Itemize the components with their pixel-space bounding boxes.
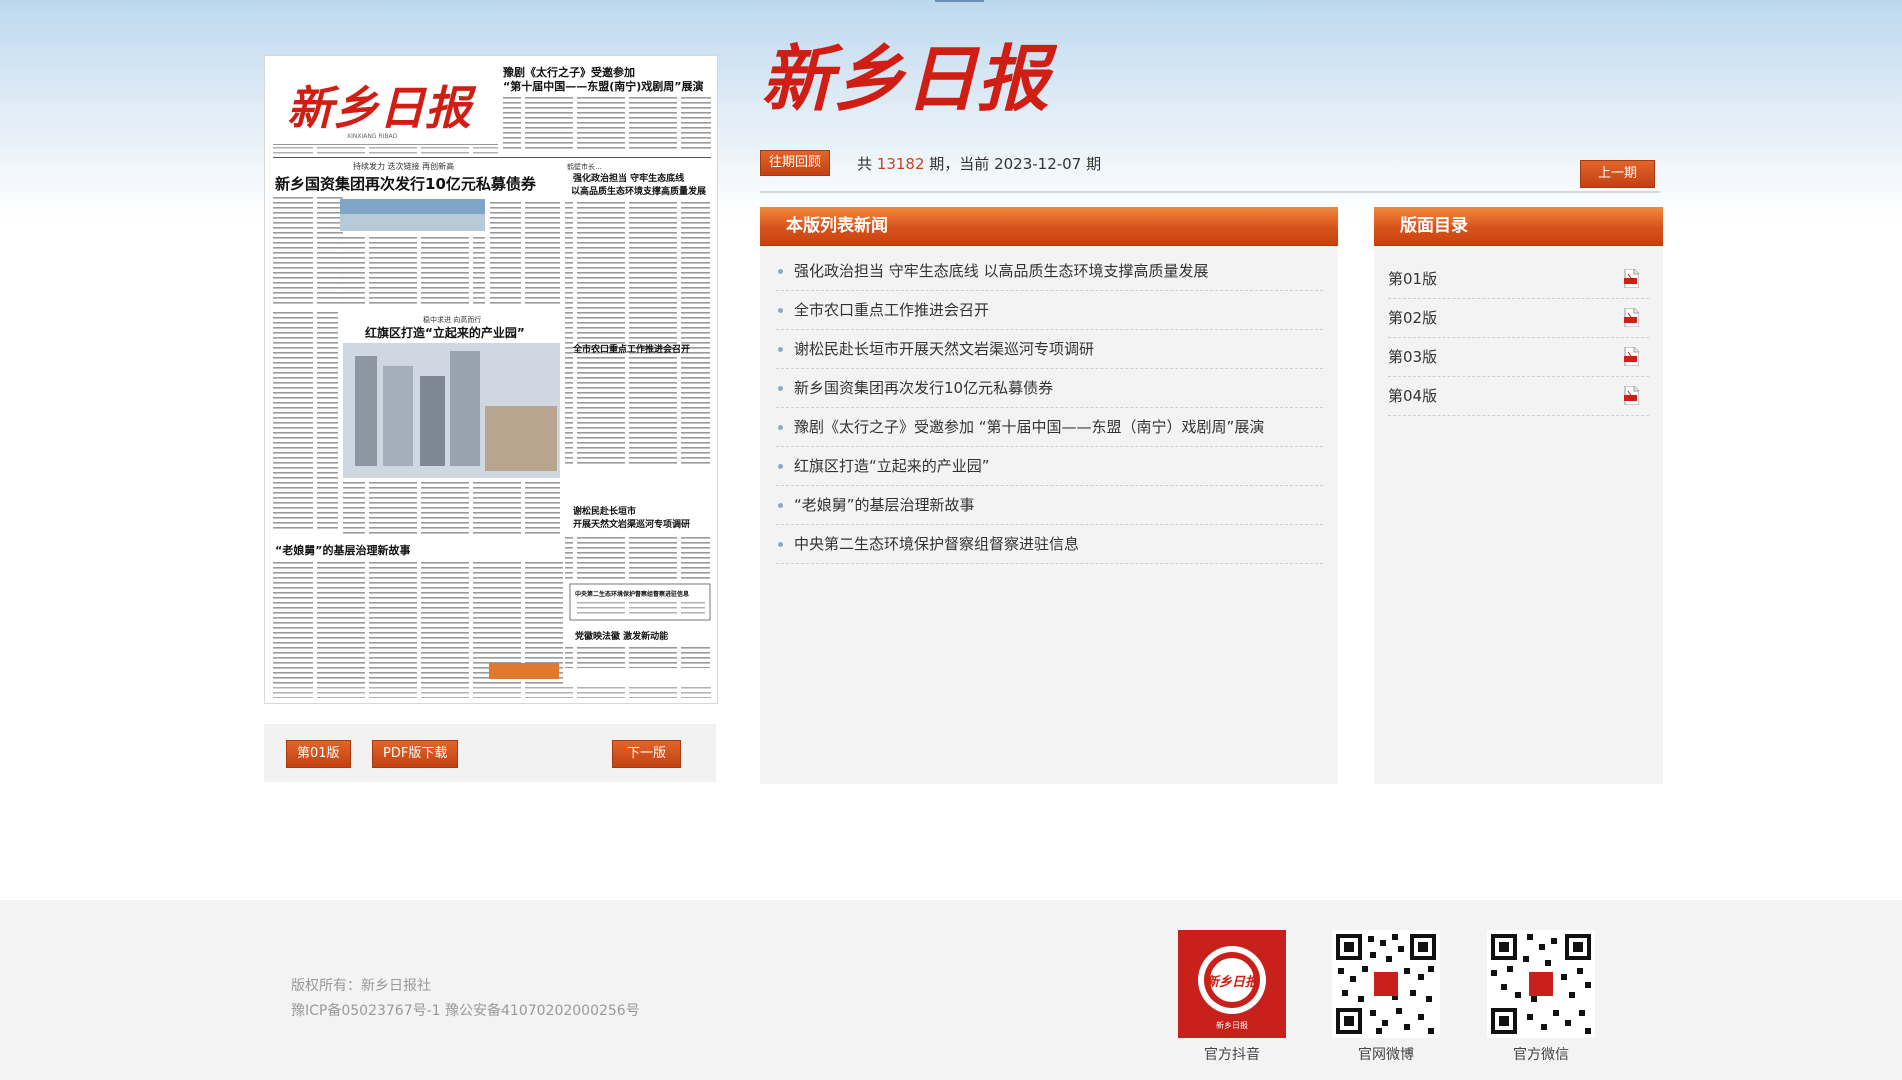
weibo-qr[interactable]: 官网微博 [1332, 930, 1440, 1064]
svg-text:强化政治担当 守牢生态底线: 强化政治担当 守牢生态底线 [573, 172, 684, 184]
svg-text:谢松民赴长垣市: 谢松民赴长垣市 [573, 505, 636, 517]
icp-text: 豫ICP备05023767号-1 豫公安备41070202000256号 [291, 1003, 640, 1019]
footer: 版权所有：新乡日报社 豫ICP备05023767号-1 豫公安备41070202… [0, 900, 1902, 1080]
divider [760, 191, 1660, 193]
top-indicator [935, 0, 984, 2]
qr-caption: 官网微博 [1358, 1047, 1414, 1063]
newspaper-page-image[interactable]: 新乡日报 XINXIANG RIBAO 豫剧《太行之子》受邀参加 “第十届中国—… [264, 55, 718, 704]
page-toc-title: 版面目录 [1374, 207, 1663, 246]
copyright-text: 版权所有：新乡日报社 [291, 978, 431, 994]
pdf-icon[interactable] [1624, 347, 1639, 366]
period-date: 2023-12-07 [994, 155, 1082, 173]
douyin-qr-icon: 新乡日报 新乡日报 [1178, 930, 1286, 1038]
svg-text:“老娘舅”的基层治理新故事: “老娘舅”的基层治理新故事 [275, 543, 410, 557]
svg-text:“第十届中国——东盟(南宁)戏剧周”展演: “第十届中国——东盟(南宁)戏剧周”展演 [503, 79, 704, 93]
news-item[interactable]: 谢松民赴长垣市开展天然文岩渠巡河专项调研 [776, 330, 1323, 369]
news-item[interactable]: 强化政治担当 守牢生态底线 以高品质生态环境支撑高质量发展 [776, 252, 1323, 291]
period-total: 13182 [876, 155, 925, 173]
pdf-icon[interactable] [1624, 386, 1639, 405]
svg-text:红旗区打造“立起来的产业园”: 红旗区打造“立起来的产业园” [365, 325, 525, 340]
pdf-icon[interactable] [1624, 308, 1639, 327]
toc-item-page-02[interactable]: 第02版 [1388, 299, 1649, 338]
paper-masthead: 新乡日报 [287, 81, 477, 135]
period-info: 共 13182 期，当前 2023-12-07 期 [857, 155, 1102, 173]
svg-text:新乡日报: 新乡日报 [761, 36, 1057, 121]
bullet-icon [778, 269, 783, 274]
svg-text:以高品质生态环境支撑高质量发展: 以高品质生态环境支撑高质量发展 [571, 185, 706, 197]
bullet-icon [778, 347, 783, 352]
news-item[interactable]: 红旗区打造“立起来的产业园” [776, 447, 1323, 486]
archive-button[interactable]: 往期回顾 [760, 150, 831, 176]
previous-issue-button[interactable]: 上一期 [1580, 160, 1656, 188]
svg-text:新乡日报: 新乡日报 [1206, 974, 1260, 990]
bullet-icon [778, 464, 783, 469]
bullet-icon [778, 542, 783, 547]
svg-text:鹤壁市长…: 鹤壁市长… [567, 162, 602, 171]
svg-text:新乡日报: 新乡日报 [1216, 1020, 1248, 1030]
svg-text:稳中求进 向高而行: 稳中求进 向高而行 [423, 315, 481, 324]
wechat-qr[interactable]: 官方微信 [1487, 930, 1595, 1064]
qr-caption: 官方微信 [1513, 1047, 1569, 1063]
toc-item-page-04[interactable]: 第04版 [1388, 377, 1649, 416]
current-page-button[interactable]: 第01版 [286, 740, 351, 768]
newspaper-page-svg: 新乡日报 XINXIANG RIBAO 豫剧《太行之子》受邀参加 “第十届中国—… [265, 56, 717, 703]
news-item[interactable]: 新乡国资集团再次发行10亿元私募债券 [776, 369, 1323, 408]
news-list-title: 本版列表新闻 [760, 207, 1338, 246]
bullet-icon [778, 425, 783, 430]
next-page-button[interactable]: 下一版 [612, 740, 682, 768]
svg-text:开展天然文岩渠巡河专项调研: 开展天然文岩渠巡河专项调研 [573, 518, 690, 530]
svg-text:XINXIANG RIBAO: XINXIANG RIBAO [347, 133, 397, 140]
bullet-icon [778, 503, 783, 508]
svg-text:豫剧《太行之子》受邀参加: 豫剧《太行之子》受邀参加 [503, 65, 635, 79]
pdf-icon[interactable] [1624, 269, 1639, 288]
toc-item-page-01[interactable]: 第01版 [1388, 260, 1649, 299]
pdf-download-button[interactable]: PDF版下载 [372, 740, 459, 768]
svg-text:中央第二生态环境保护督察组督察进驻信息: 中央第二生态环境保护督察组督察进驻信息 [575, 590, 689, 598]
news-item[interactable]: 全市农口重点工作推进会召开 [776, 291, 1323, 330]
svg-text:新乡国资集团再次发行10亿元私募债券: 新乡国资集团再次发行10亿元私募债券 [275, 175, 537, 193]
news-item[interactable]: 中央第二生态环境保护督察组督察进驻信息 [776, 525, 1323, 564]
weibo-qr-icon [1332, 930, 1440, 1038]
wechat-qr-icon [1487, 930, 1595, 1038]
masthead-logo: 新乡日报 [761, 36, 1057, 121]
svg-text:持续发力 迭次链接 再创新高: 持续发力 迭次链接 再创新高 [353, 161, 454, 171]
bullet-icon [778, 386, 783, 391]
svg-text:全市农口重点工作推进会召开: 全市农口重点工作推进会召开 [572, 343, 690, 355]
news-list-panel: 本版列表新闻 强化政治担当 守牢生态底线 以高品质生态环境支撑高质量发展 全市农… [760, 207, 1338, 784]
news-item[interactable]: 豫剧《太行之子》受邀参加 “第十届中国——东盟（南宁）戏剧周”展演 [776, 408, 1323, 447]
douyin-qr[interactable]: 新乡日报 新乡日报 官方抖音 [1178, 930, 1286, 1064]
qr-caption: 官方抖音 [1204, 1047, 1260, 1063]
page-toc-panel: 版面目录 第01版 第02版 第03版 第04版 [1374, 207, 1663, 784]
bullet-icon [778, 308, 783, 313]
paper-controls: 第01版 PDF版下载 下一版 [264, 724, 716, 782]
news-item[interactable]: “老娘舅”的基层治理新故事 [776, 486, 1323, 525]
toc-item-page-03[interactable]: 第03版 [1388, 338, 1649, 377]
svg-text:党徽映法徽 激发新动能: 党徽映法徽 激发新动能 [575, 630, 668, 642]
